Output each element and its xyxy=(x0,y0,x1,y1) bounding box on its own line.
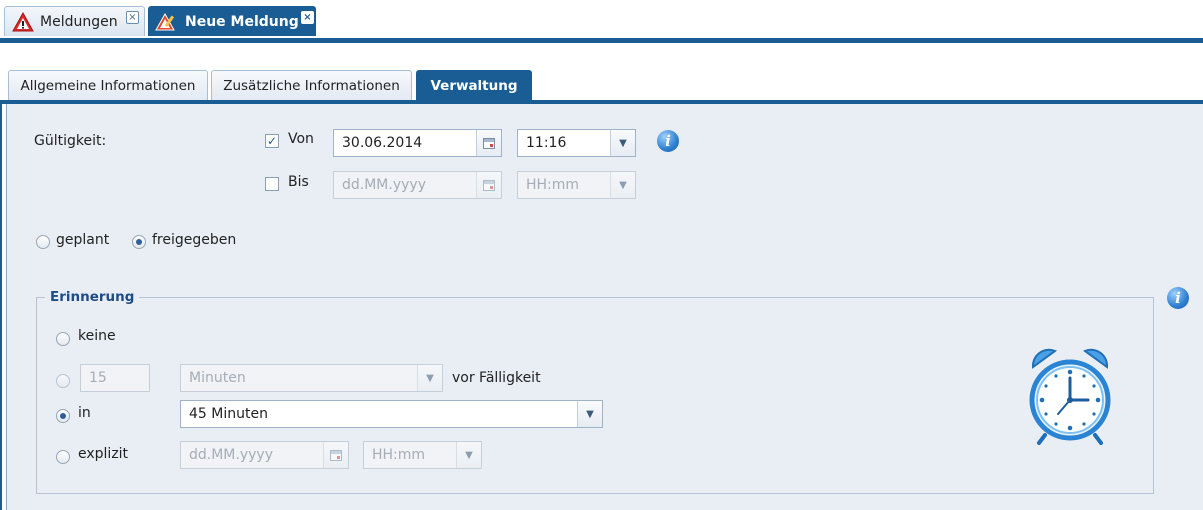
keine-label: keine xyxy=(78,328,116,344)
von-date-field[interactable]: 30.06.2014 xyxy=(333,129,502,157)
bis-label: Bis xyxy=(288,174,309,190)
in-value: 45 Minuten xyxy=(189,406,268,422)
explizit-date-placeholder: dd.MM.yyyy xyxy=(189,447,273,463)
date-picker-button[interactable] xyxy=(476,172,501,198)
time-dropdown-button[interactable]: ▼ xyxy=(456,442,481,468)
tab-neue-meldung[interactable]: Neue Meldung × xyxy=(148,6,316,36)
bis-checkbox[interactable] xyxy=(265,177,279,191)
unit-dropdown-button[interactable]: ▼ xyxy=(417,365,442,391)
radio-keine[interactable] xyxy=(56,332,70,346)
von-date-value: 30.06.2014 xyxy=(342,135,423,151)
von-label: Von xyxy=(288,131,314,147)
vor-faelligkeit-label: vor Fälligkeit xyxy=(452,370,541,386)
tab-meldungen-label: Meldungen xyxy=(40,13,118,30)
reminder-in-select[interactable]: 45 Minuten ▼ xyxy=(180,400,603,428)
info-icon[interactable]: i xyxy=(657,130,679,152)
tab-meldungen[interactable]: Meldungen × xyxy=(4,6,145,36)
calendar-icon xyxy=(483,137,495,149)
tab-label: Allgemeine Informationen xyxy=(20,77,196,94)
edit-warning-icon xyxy=(155,12,175,30)
tab-label: Zusätzliche Informationen xyxy=(223,77,400,94)
bis-time-placeholder: HH:mm xyxy=(526,177,580,193)
chevron-down-icon: ▼ xyxy=(465,449,473,461)
chevron-down-icon: ▼ xyxy=(586,408,594,420)
panel-left-border xyxy=(0,104,2,510)
tab-label: Verwaltung xyxy=(430,77,518,94)
reminder-amount-field[interactable]: 15 xyxy=(80,364,150,392)
radio-geplant[interactable] xyxy=(36,235,50,249)
radio-dot xyxy=(60,413,66,419)
in-label: in xyxy=(78,405,91,421)
calendar-icon xyxy=(483,179,495,191)
bis-date-field[interactable]: dd.MM.yyyy xyxy=(333,171,502,199)
von-time-field[interactable]: 11:16 ▼ xyxy=(517,129,636,157)
tab-neue-meldung-label: Neue Meldung xyxy=(185,13,299,30)
bis-date-placeholder: dd.MM.yyyy xyxy=(342,177,426,193)
date-picker-button[interactable] xyxy=(323,442,348,468)
top-tab-strip-line xyxy=(0,38,1203,43)
radio-in[interactable] xyxy=(56,409,70,423)
alarm-clock-icon xyxy=(1029,348,1111,445)
reminder-unit-select[interactable]: Minuten ▼ xyxy=(180,364,443,392)
close-icon[interactable]: × xyxy=(126,11,139,24)
tab-verwaltung[interactable]: Verwaltung xyxy=(416,70,532,100)
erinnerung-legend: Erinnerung xyxy=(45,289,140,305)
explizit-time-field[interactable]: HH:mm ▼ xyxy=(363,441,482,469)
chevron-down-icon: ▼ xyxy=(426,372,434,384)
amount-value: 15 xyxy=(89,370,107,386)
tab-allgemeine-informationen[interactable]: Allgemeine Informationen xyxy=(8,70,208,100)
close-icon[interactable]: × xyxy=(301,11,314,24)
radio-explizit[interactable] xyxy=(56,450,70,464)
unit-value: Minuten xyxy=(189,370,246,386)
gueltigkeit-label: Gültigkeit: xyxy=(34,133,107,149)
explizit-date-field[interactable]: dd.MM.yyyy xyxy=(180,441,349,469)
freigegeben-label: freigegeben xyxy=(152,232,237,248)
info-icon[interactable]: i xyxy=(1167,287,1189,309)
date-picker-button[interactable] xyxy=(476,130,501,156)
explizit-label: explizit xyxy=(78,446,129,462)
von-checkbox[interactable]: ✓ xyxy=(265,134,279,148)
chevron-down-icon: ▼ xyxy=(619,179,627,191)
in-dropdown-button[interactable]: ▼ xyxy=(577,401,602,427)
time-dropdown-button[interactable]: ▼ xyxy=(610,172,635,198)
radio-freigegeben[interactable] xyxy=(132,235,146,249)
radio-vor-faelligkeit[interactable] xyxy=(56,374,70,388)
radio-dot xyxy=(136,239,142,245)
explizit-time-placeholder: HH:mm xyxy=(372,447,426,463)
top-tab-bar: Meldungen × Neue Meldung × xyxy=(0,0,1203,40)
time-dropdown-button[interactable]: ▼ xyxy=(610,130,635,156)
geplant-label: geplant xyxy=(56,232,110,248)
warning-icon xyxy=(12,11,34,31)
chevron-down-icon: ▼ xyxy=(619,137,627,149)
tab-zusaetzliche-informationen[interactable]: Zusätzliche Informationen xyxy=(211,70,412,100)
calendar-icon xyxy=(330,449,342,461)
von-time-value: 11:16 xyxy=(526,135,567,151)
bis-time-field[interactable]: HH:mm ▼ xyxy=(517,171,636,199)
